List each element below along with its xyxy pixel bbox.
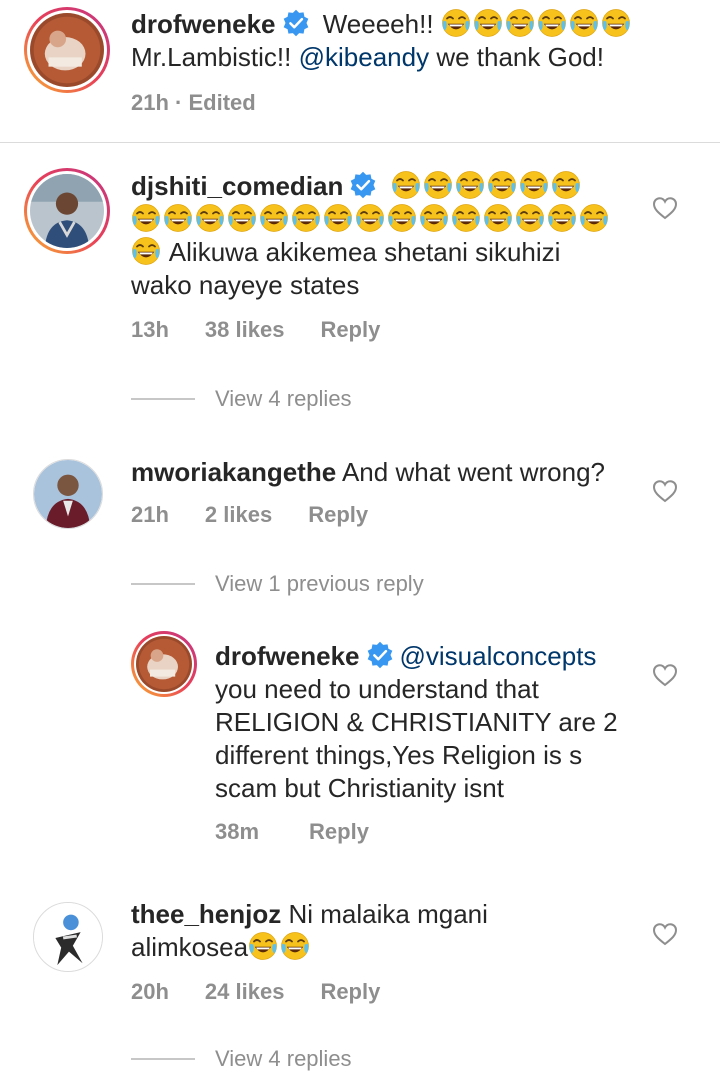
comment-text: scam but Christianity isnt <box>215 773 504 803</box>
heart-icon[interactable] <box>652 922 678 946</box>
comment-meta: 13h 38 likes Reply <box>131 317 416 343</box>
timestamp: 38m <box>215 819 260 844</box>
avatar[interactable] <box>24 7 110 93</box>
heart-icon[interactable] <box>652 196 678 220</box>
comment-text: alimkosea <box>131 932 249 962</box>
comment-body: mworiakangethe And what went wrong? <box>131 456 651 489</box>
comment-text: Ni malaika mgani <box>288 899 488 929</box>
comment-text: different things,Yes Religion is s <box>215 740 583 770</box>
comment-meta: 20h 24 likes Reply <box>131 979 416 1005</box>
comment-meta: 21h 2 likes Reply <box>131 502 404 528</box>
verified-badge-icon <box>349 171 377 199</box>
username[interactable]: djshiti_comedian <box>131 171 343 201</box>
heart-icon[interactable] <box>652 663 678 687</box>
reply-button[interactable]: Reply <box>320 317 380 342</box>
timestamp: 21h <box>131 90 169 115</box>
avatar[interactable] <box>131 631 197 697</box>
view-replies-button[interactable]: View 1 previous reply <box>215 571 424 597</box>
comment-text: we thank God! <box>436 42 604 72</box>
username[interactable]: thee_henjoz <box>131 899 281 929</box>
username[interactable]: drofweneke <box>131 9 276 39</box>
avatar[interactable] <box>33 902 103 972</box>
divider <box>0 142 720 143</box>
comment-meta: 21h · Edited <box>131 90 256 115</box>
comment-body: thee_henjoz Ni malaika mgani alimkosea <box>131 898 651 964</box>
username[interactable]: drofweneke <box>215 641 360 671</box>
laughing-emoji-icon <box>248 932 312 962</box>
username[interactable]: mworiakangethe <box>131 457 336 487</box>
timestamp: 13h <box>131 317 169 342</box>
verified-badge-icon <box>366 641 394 669</box>
comment-text: Alikuwa akikemea shetani sikuhizi <box>168 237 561 267</box>
edited-label: Edited <box>188 90 256 115</box>
mention-link[interactable]: @visualconcepts <box>400 641 597 671</box>
reply-button[interactable]: Reply <box>309 819 369 844</box>
laughing-emoji-icon <box>441 9 633 39</box>
comment-body: djshiti_comedian Alikuwa akikemea shetan… <box>131 170 651 302</box>
comment-text: Weeeeh!! <box>322 9 434 39</box>
likes-count[interactable]: 24 likes <box>205 979 285 1004</box>
comment-text: And what went wrong? <box>341 457 606 487</box>
verified-badge-icon <box>282 9 310 37</box>
timestamp: 20h <box>131 979 169 1004</box>
replies-line <box>131 583 195 585</box>
comment-body: drofweneke Weeeeh!! Mr.Lambistic!! @kibe… <box>131 8 691 74</box>
view-replies-button[interactable]: View 4 replies <box>215 1046 352 1072</box>
reply-button[interactable]: Reply <box>308 502 368 527</box>
heart-icon[interactable] <box>652 479 678 503</box>
comment-text: wako nayeye states <box>131 270 360 300</box>
reply-button[interactable]: Reply <box>320 979 380 1004</box>
replies-line <box>131 398 195 400</box>
comment-text: RELIGION & CHRISTIANITY are 2 <box>215 707 618 737</box>
likes-count[interactable]: 2 likes <box>205 502 272 527</box>
comment-text: you need to understand that <box>215 674 539 704</box>
comment-meta: 38m Reply <box>215 819 405 845</box>
comment-body: drofweneke @visualconcepts you need to un… <box>215 640 655 805</box>
timestamp: 21h <box>131 502 169 527</box>
mention-link[interactable]: @kibeandy <box>299 42 429 72</box>
likes-count[interactable]: 38 likes <box>205 317 285 342</box>
replies-line <box>131 1058 195 1060</box>
view-replies-button[interactable]: View 4 replies <box>215 386 352 412</box>
comment-text: Mr.Lambistic!! <box>131 42 292 72</box>
avatar[interactable] <box>33 459 103 529</box>
avatar[interactable] <box>24 168 110 254</box>
